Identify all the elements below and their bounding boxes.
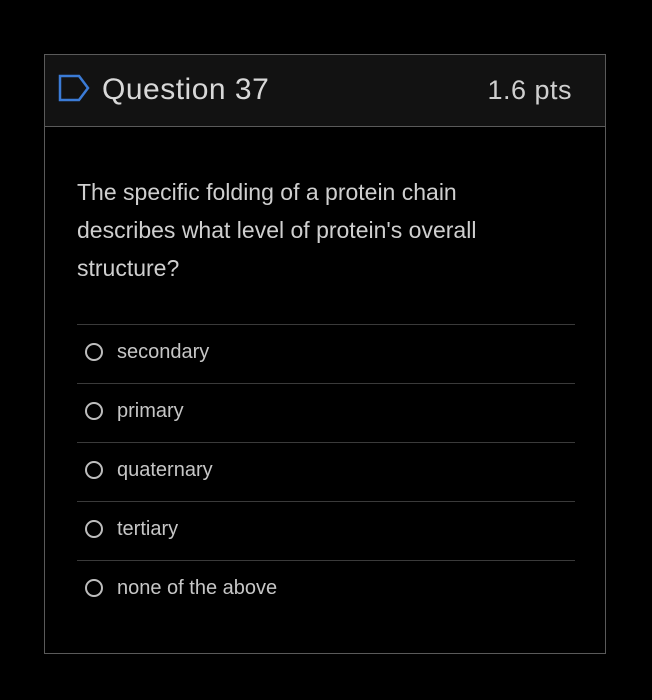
question-points: 1.6 pts [487, 75, 572, 105]
answer-list: secondary primary quaternary tertiary no… [77, 324, 575, 619]
question-text: The specific folding of a protein chain … [77, 179, 477, 281]
question-title: Question 37 [102, 73, 270, 106]
radio-button[interactable] [85, 520, 103, 538]
answer-option-quaternary[interactable]: quaternary [77, 442, 575, 501]
answer-option-secondary[interactable]: secondary [77, 324, 575, 383]
answer-option-tertiary[interactable]: tertiary [77, 501, 575, 560]
flag-outline-icon[interactable] [57, 73, 91, 103]
radio-button[interactable] [85, 343, 103, 361]
answer-option-primary[interactable]: primary [77, 383, 575, 442]
question-card: Question 37 1.6 pts The specific folding… [44, 54, 606, 654]
answer-option-none[interactable]: none of the above [77, 560, 575, 619]
answer-label[interactable]: primary [117, 400, 184, 423]
answer-label[interactable]: quaternary [117, 459, 213, 482]
radio-button[interactable] [85, 579, 103, 597]
question-header: Question 37 1.6 pts [45, 55, 605, 127]
answer-label[interactable]: none of the above [117, 577, 277, 600]
radio-button[interactable] [85, 461, 103, 479]
radio-button[interactable] [85, 402, 103, 420]
answer-label[interactable]: secondary [117, 341, 209, 364]
answer-label[interactable]: tertiary [117, 518, 178, 541]
